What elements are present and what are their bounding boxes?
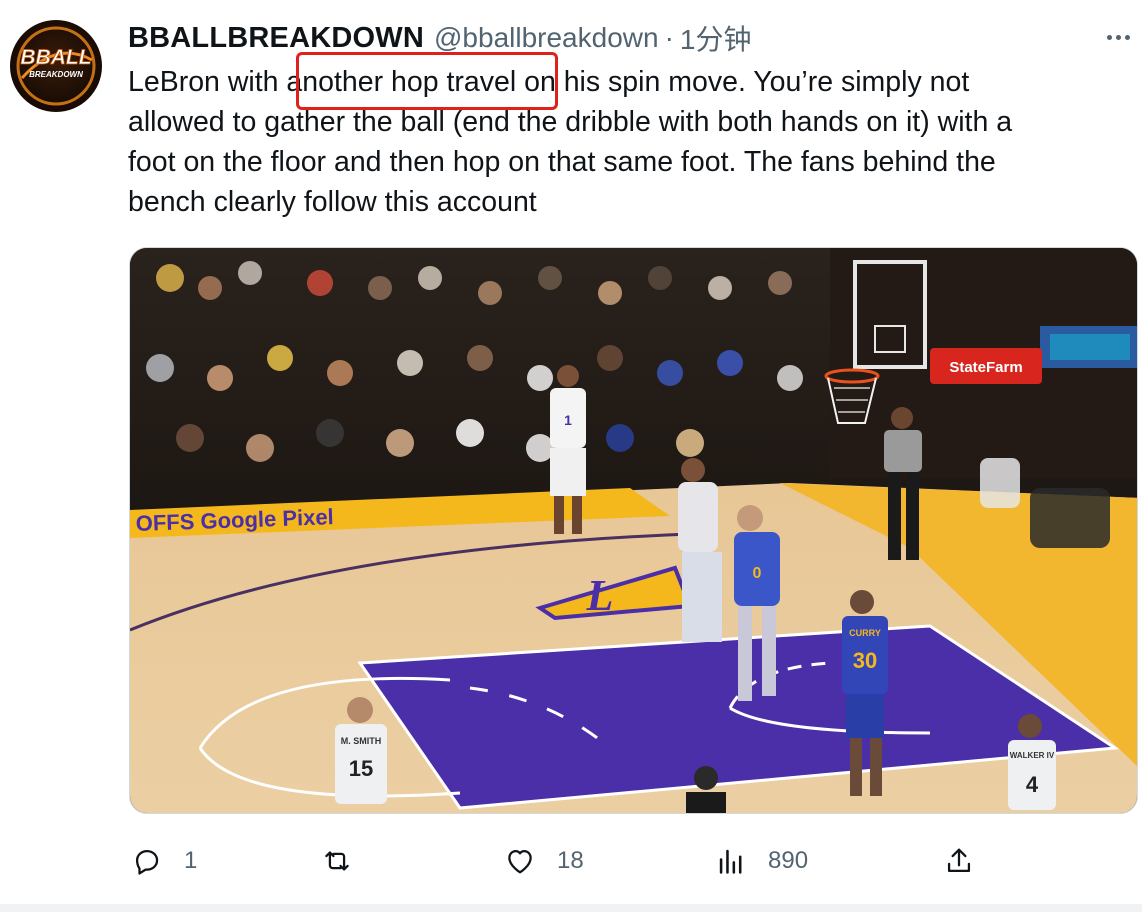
jersey-number: 0 — [753, 565, 762, 582]
jersey-name: WALKER IV — [1010, 751, 1055, 760]
share-icon — [947, 848, 971, 873]
jersey-number: 1 — [564, 412, 572, 428]
timestamp[interactable]: 1分钟 — [680, 18, 752, 58]
tweet-media-image[interactable]: StateFarm OFFS Google Pixel L 1 0 CURRY … — [129, 247, 1138, 814]
display-name[interactable]: BBALLBREAKDOWN — [128, 22, 424, 55]
action-bar: 1 18 890 — [0, 836, 1142, 886]
court-scene: StateFarm OFFS Google Pixel L 1 0 CURRY … — [130, 248, 1137, 813]
separator-dot: · — [664, 22, 674, 53]
tweet-text-segment: on his spin move. You’re simply not — [516, 66, 970, 98]
tweet-text-segment: LeBron with — [128, 66, 287, 98]
avatar[interactable]: BBALL BREAKDOWN — [10, 20, 102, 112]
share-button[interactable] — [942, 836, 976, 886]
tweet-line-1: LeBron with another hop travel on his sp… — [128, 62, 1118, 102]
reply-button[interactable]: 1 — [130, 836, 197, 886]
retweet-button[interactable] — [320, 836, 374, 886]
views-icon — [719, 849, 742, 874]
tweet-line-2: allowed to gather the ball (end the drib… — [128, 106, 1013, 138]
like-count: 18 — [557, 847, 584, 874]
jersey-number: 30 — [853, 648, 877, 673]
jersey-name: M. SMITH — [341, 736, 382, 746]
like-button[interactable]: 18 — [503, 836, 584, 886]
like-icon — [508, 849, 532, 874]
tweet-text: LeBron with another hop travel on his sp… — [128, 62, 1118, 222]
reply-count: 1 — [184, 847, 198, 874]
sponsor-sign: StateFarm — [949, 359, 1022, 376]
svg-text:BREAKDOWN: BREAKDOWN — [29, 70, 83, 79]
bballbreakdown-logo: BBALL BREAKDOWN — [16, 26, 96, 106]
jersey-number: 4 — [1026, 772, 1039, 797]
views-count: 890 — [768, 847, 809, 874]
divider — [0, 904, 1142, 912]
more-icon[interactable] — [1100, 22, 1136, 52]
court-logo: L — [586, 571, 614, 620]
jersey-number: 15 — [349, 756, 373, 781]
views-button[interactable]: 890 — [714, 836, 808, 886]
tweet-line-4: bench clearly follow this account — [128, 186, 537, 218]
tweet-line-3: foot on the floor and then hop on that s… — [128, 146, 996, 178]
red-highlight-box — [296, 52, 558, 110]
retweet-icon — [325, 851, 349, 871]
svg-text:BBALL: BBALL — [20, 46, 91, 69]
reply-icon — [135, 849, 159, 875]
jersey-name: CURRY — [849, 628, 881, 638]
user-handle[interactable]: @bballbreakdown — [434, 22, 659, 54]
